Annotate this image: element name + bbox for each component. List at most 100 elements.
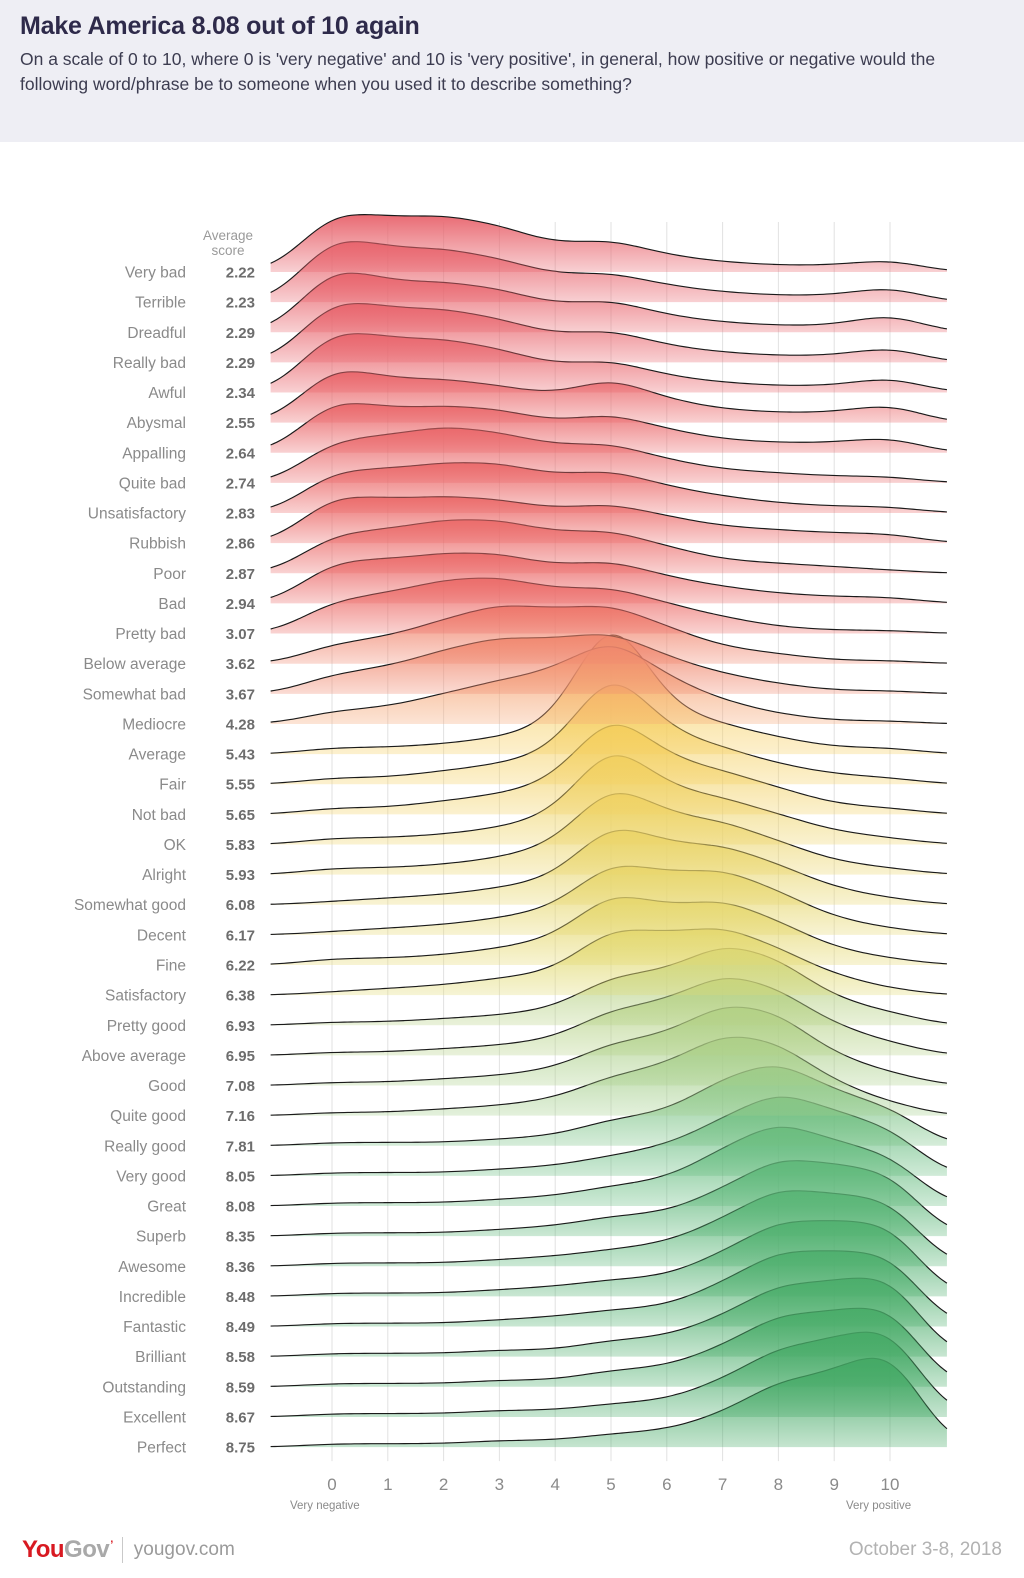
axis-tick-label: 1 [383, 1475, 392, 1494]
row-average-score: 8.08 [226, 1199, 255, 1216]
row-average-score: 2.55 [226, 415, 255, 432]
row-label: Not bad [132, 807, 186, 824]
logo-gov-text: Gov [64, 1536, 110, 1563]
row-average-score: 6.38 [226, 988, 255, 1005]
average-score-column-header: Average [203, 228, 253, 243]
row-average-score: 2.74 [226, 475, 256, 492]
ridgeline-svg: AveragescoreVery bad 2.22Terrible 2.23Drea… [74, 214, 948, 1512]
row-label: Very good [116, 1168, 186, 1185]
row-average-score: 6.95 [226, 1048, 255, 1065]
axis-tick-label: 10 [881, 1475, 900, 1494]
axis-tick-label: 8 [774, 1475, 783, 1494]
row-label: Fine [156, 957, 186, 974]
row-average-score: 7.08 [226, 1078, 255, 1095]
row-average-score: 5.55 [226, 777, 255, 794]
ridgeline-chart: Average score Very bad 2.22 Terrible 2.23 Drea… [0, 142, 1024, 1522]
row-average-score: 6.93 [226, 1018, 255, 1035]
row-label: Somewhat good [74, 897, 186, 914]
axis-tick-label: 5 [606, 1475, 615, 1494]
row-average-score: 2.94 [226, 596, 256, 613]
row-average-score: 5.93 [226, 867, 255, 884]
row-average-score: 8.49 [226, 1319, 255, 1336]
row-label: Decent [137, 927, 187, 944]
row-average-score: 2.87 [226, 566, 255, 583]
row-label: Quite bad [119, 475, 186, 492]
row-label: Bad [158, 596, 186, 613]
row-average-score: 8.35 [226, 1229, 255, 1246]
row-label: Mediocre [122, 716, 186, 733]
row-average-score: 3.62 [226, 656, 255, 673]
row-label: Quite good [110, 1108, 186, 1125]
row-label: Fantastic [123, 1319, 186, 1336]
row-label: Perfect [137, 1440, 187, 1457]
row-label: Abysmal [127, 415, 186, 432]
row-average-score: 8.59 [226, 1379, 255, 1396]
row-label: Above average [82, 1048, 186, 1065]
row-label: Below average [83, 656, 186, 673]
row-average-score: 8.05 [226, 1168, 255, 1185]
row-average-score: 2.23 [226, 295, 255, 312]
row-average-score: 2.86 [226, 536, 255, 553]
row-label: Incredible [119, 1289, 186, 1306]
row-average-score: 6.17 [226, 927, 255, 944]
row-average-score: 2.29 [226, 325, 255, 342]
row-average-score: 8.75 [226, 1440, 255, 1457]
row-average-score: 7.16 [226, 1108, 255, 1125]
row-label: Brilliant [135, 1349, 187, 1366]
row-average-score: 2.29 [226, 355, 255, 372]
page-subtitle: On a scale of 0 to 10, where 0 is 'very … [20, 48, 936, 94]
row-label: Awful [148, 385, 186, 402]
axis-right-label: Very positive [846, 1500, 911, 1512]
axis-tick-label: 6 [662, 1475, 671, 1494]
row-label: Excellent [123, 1409, 187, 1426]
row-average-score: 4.28 [226, 716, 255, 733]
density-curves [270, 214, 948, 1448]
row-label: Satisfactory [105, 988, 186, 1005]
row-label: Somewhat bad [83, 686, 186, 703]
row-label: Pretty good [107, 1018, 186, 1035]
density-curve [270, 214, 947, 272]
row-average-score: 8.58 [226, 1349, 255, 1366]
row-label: Terrible [135, 295, 186, 312]
row-average-score: 2.34 [226, 385, 256, 402]
row-average-score: 2.64 [226, 445, 256, 462]
row-label: Great [147, 1199, 186, 1216]
axis-tick-label: 9 [829, 1475, 838, 1494]
row-label: Poor [153, 566, 186, 583]
logo-trademark-icon: ’ [110, 1539, 113, 1551]
footer-divider [121, 1537, 123, 1563]
axis-tick-label: 0 [327, 1475, 336, 1494]
row-labels: AveragescoreVery bad 2.22Terrible 2.23Drea… [74, 228, 256, 1457]
row-average-score: 8.36 [226, 1259, 255, 1276]
header-banner: Make America 8.08 out of 10 again On a s… [0, 0, 1024, 142]
row-average-score: 2.22 [226, 265, 255, 282]
site-url: yougov.com [133, 1539, 235, 1560]
row-label: Alright [142, 867, 187, 884]
row-average-score: 8.48 [226, 1289, 255, 1306]
row-average-score: 8.67 [226, 1409, 255, 1426]
row-label: Pretty bad [115, 626, 186, 643]
row-label: Dreadful [127, 325, 186, 342]
footer: You Gov’ yougov.com October 3-8, 2018 [0, 1522, 1024, 1578]
row-average-score: 2.83 [226, 506, 255, 523]
row-average-score: 5.43 [226, 747, 255, 764]
row-average-score: 6.22 [226, 957, 255, 974]
row-label: Awesome [118, 1259, 186, 1276]
x-axis: 0 1 2 3 4 5 6 7 8 9 10 Very negative Very positive [290, 1475, 911, 1512]
row-label: Rubbish [129, 536, 186, 553]
row-label: Really bad [113, 355, 186, 372]
row-label: Appalling [122, 445, 186, 462]
page-title: Make America 8.08 out of 10 again [20, 12, 420, 40]
row-label: OK [164, 837, 187, 854]
axis-tick-label: 2 [439, 1475, 448, 1494]
yougov-logo: You Gov’ [22, 1536, 113, 1564]
row-average-score: 3.67 [226, 686, 255, 703]
axis-tick-label: 7 [718, 1475, 727, 1494]
row-label: Unsatisfactory [88, 506, 186, 523]
row-average-score: 5.83 [226, 837, 255, 854]
survey-date: October 3-8, 2018 [848, 1539, 1002, 1560]
axis-tick-label: 3 [495, 1475, 504, 1494]
logo-you-text: You [22, 1536, 65, 1563]
average-score-column-header: score [211, 243, 244, 258]
row-label: Average [129, 747, 186, 764]
